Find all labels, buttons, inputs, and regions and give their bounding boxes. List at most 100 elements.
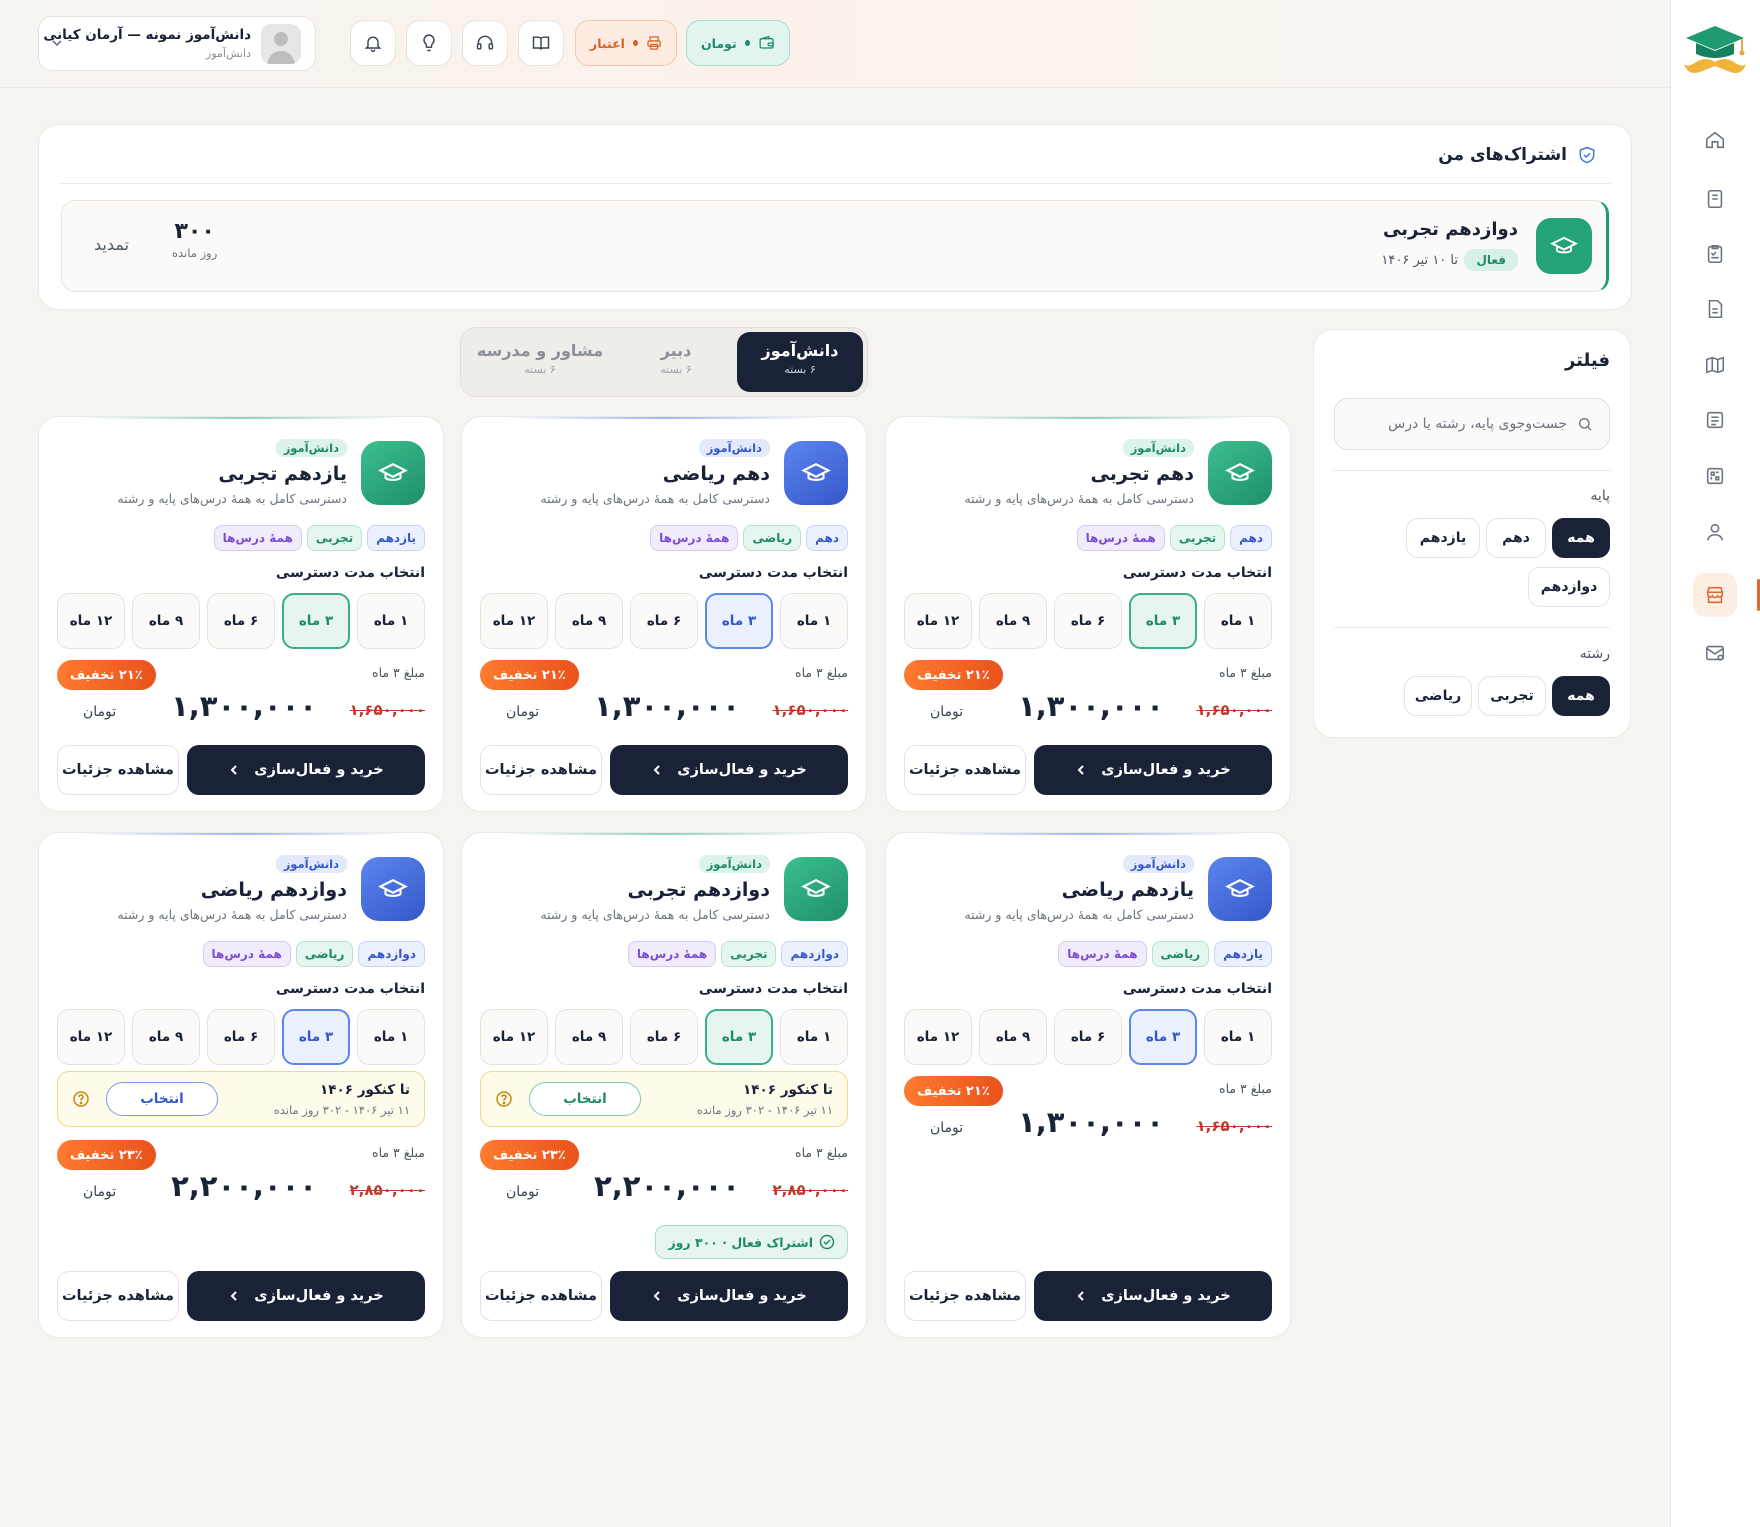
tab-counselor-school[interactable]: مشاور و مدرسه ۶ بسته bbox=[465, 332, 615, 392]
duration-option[interactable]: ۶ ماه bbox=[1054, 593, 1122, 649]
konkur-select-button[interactable]: انتخاب bbox=[529, 1082, 641, 1116]
duration-option[interactable]: ۱۲ ماه bbox=[480, 593, 548, 649]
duration-option[interactable]: ۶ ماه bbox=[207, 593, 275, 649]
duration-option[interactable]: ۱ ماه bbox=[1204, 593, 1272, 649]
sidebar-home-icon[interactable] bbox=[1693, 118, 1737, 162]
buy-button[interactable]: خرید و فعال‌سازی bbox=[1034, 745, 1272, 795]
grade-chip-11[interactable]: یازدهم bbox=[1406, 518, 1480, 558]
open-book-icon bbox=[532, 36, 550, 50]
wallet-icon bbox=[759, 35, 774, 49]
duration-option[interactable]: ۱ ماه bbox=[357, 1009, 425, 1065]
duration-option[interactable]: ۶ ماه bbox=[207, 1009, 275, 1065]
credit-button[interactable]: اعتبار bbox=[575, 20, 677, 66]
duration-label: انتخاب مدت دسترسی bbox=[698, 565, 848, 581]
search-input[interactable]: جست‌وجوی پایه، رشته یا درس bbox=[1334, 398, 1610, 450]
user-profile-menu[interactable]: دانش‌آموز نمونه — آرمان کیانی دانش‌آموز bbox=[38, 16, 316, 71]
card-accent-line bbox=[926, 833, 1250, 835]
buy-button[interactable]: خرید و فعال‌سازی bbox=[187, 745, 425, 795]
all-lessons-tag: همهٔ درس‌ها bbox=[202, 941, 291, 967]
duration-option[interactable]: ۱۲ ماه bbox=[904, 593, 972, 649]
tab-count: ۶ بسته bbox=[660, 363, 692, 376]
duration-option-selected[interactable]: ۳ ماه bbox=[282, 1009, 350, 1065]
renew-button[interactable]: تمدید bbox=[94, 235, 129, 254]
duration-option[interactable]: ۱ ماه bbox=[1204, 1009, 1272, 1065]
duration-option[interactable]: ۱ ماه bbox=[357, 593, 425, 649]
question-circle-icon[interactable] bbox=[495, 1090, 513, 1108]
duration-option-selected[interactable]: ۳ ماه bbox=[1129, 593, 1197, 649]
tab-student[interactable]: دانش‌آموز ۶ بسته bbox=[737, 332, 863, 392]
wallet-button[interactable]: تومان bbox=[686, 20, 790, 66]
duration-option[interactable]: ۹ ماه bbox=[555, 1009, 623, 1065]
ideas-button[interactable] bbox=[406, 20, 452, 66]
old-price: ۱,۶۵۰,۰۰۰ bbox=[772, 701, 848, 719]
field-chip-riazi[interactable]: ریاضی bbox=[1404, 676, 1472, 716]
sidebar-store-icon[interactable] bbox=[1693, 573, 1760, 617]
card-accent-line bbox=[502, 833, 826, 835]
tab-title: دبیر bbox=[660, 341, 692, 360]
sidebar-document-icon[interactable] bbox=[1693, 287, 1737, 331]
duration-option[interactable]: ۱ ماه bbox=[780, 593, 848, 649]
duration-option[interactable]: ۱۲ ماه bbox=[57, 593, 125, 649]
grade-chip-12[interactable]: دوازدهم bbox=[1528, 567, 1610, 607]
buy-label: خرید و فعال‌سازی bbox=[1101, 762, 1231, 778]
duration-option-selected[interactable]: ۳ ماه bbox=[705, 593, 773, 649]
sidebar bbox=[1670, 0, 1760, 1527]
library-button[interactable] bbox=[518, 20, 564, 66]
details-button[interactable]: مشاهده جزئیات bbox=[480, 745, 602, 795]
duration-option[interactable]: ۱۲ ماه bbox=[480, 1009, 548, 1065]
sidebar-book-icon[interactable] bbox=[1693, 177, 1737, 221]
duration-option-selected[interactable]: ۳ ماه bbox=[282, 593, 350, 649]
duration-option[interactable]: ۱ ماه bbox=[780, 1009, 848, 1065]
duration-option[interactable]: ۱۲ ماه bbox=[57, 1009, 125, 1065]
sidebar-map-icon[interactable] bbox=[1693, 343, 1737, 387]
sidebar-user-icon[interactable] bbox=[1693, 510, 1737, 554]
notification-button[interactable] bbox=[350, 20, 396, 66]
duration-option[interactable]: ۹ ماه bbox=[979, 1009, 1047, 1065]
duration-label: انتخاب مدت دسترسی bbox=[1122, 565, 1272, 581]
question-circle-icon[interactable] bbox=[72, 1090, 90, 1108]
buy-button[interactable]: خرید و فعال‌سازی bbox=[610, 745, 848, 795]
duration-option[interactable]: ۶ ماه bbox=[630, 593, 698, 649]
sidebar-mail-icon[interactable] bbox=[1693, 631, 1737, 675]
grade-chip-10[interactable]: دهم bbox=[1486, 518, 1546, 558]
buy-button[interactable]: خرید و فعال‌سازی bbox=[610, 1271, 848, 1321]
details-button[interactable]: مشاهده جزئیات bbox=[57, 1271, 179, 1321]
buy-label: خرید و فعال‌سازی bbox=[254, 1288, 384, 1304]
duration-label: انتخاب مدت دسترسی bbox=[698, 981, 848, 997]
duration-option-selected[interactable]: ۳ ماه bbox=[1129, 1009, 1197, 1065]
grade-chip-all[interactable]: همه bbox=[1552, 518, 1610, 558]
details-button[interactable]: مشاهده جزئیات bbox=[904, 1271, 1026, 1321]
duration-option[interactable]: ۶ ماه bbox=[1054, 1009, 1122, 1065]
field-chip-tajrobi[interactable]: تجربی bbox=[1478, 676, 1546, 716]
search-icon bbox=[1579, 418, 1592, 431]
field-chip-all[interactable]: همه bbox=[1552, 676, 1610, 716]
role-badge: دانش‌آموز bbox=[698, 855, 770, 873]
konkur-select-button[interactable]: انتخاب bbox=[106, 1082, 218, 1116]
details-button[interactable]: مشاهده جزئیات bbox=[57, 745, 179, 795]
duration-option[interactable]: ۹ ماه bbox=[132, 1009, 200, 1065]
filter-title: فیلتر bbox=[1564, 350, 1610, 371]
details-button[interactable]: مشاهده جزئیات bbox=[904, 745, 1026, 795]
tab-title: مشاور و مدرسه bbox=[476, 341, 604, 360]
bell-icon bbox=[364, 36, 382, 52]
subscription-item[interactable]: دوازدهم تجربی فعال تا ۱۰ تیر ۱۴۰۶ ۳۰۰ رو… bbox=[61, 200, 1609, 292]
support-button[interactable] bbox=[462, 20, 508, 66]
buy-button[interactable]: خرید و فعال‌سازی bbox=[187, 1271, 425, 1321]
search-placeholder: جست‌وجوی پایه، رشته یا درس bbox=[1388, 416, 1567, 432]
duration-option[interactable]: ۶ ماه bbox=[630, 1009, 698, 1065]
sidebar-notes-icon[interactable] bbox=[1693, 398, 1737, 442]
details-button[interactable]: مشاهده جزئیات bbox=[480, 1271, 602, 1321]
sidebar-clipboard-icon[interactable] bbox=[1693, 232, 1737, 276]
buy-button[interactable]: خرید و فعال‌سازی bbox=[1034, 1271, 1272, 1321]
duration-option[interactable]: ۹ ماه bbox=[132, 593, 200, 649]
grade-tag: دوازدهم bbox=[781, 941, 848, 967]
sidebar-qr-icon[interactable] bbox=[1693, 454, 1737, 498]
product-title: یازدهم ریاضی bbox=[1061, 879, 1194, 901]
duration-option[interactable]: ۹ ماه bbox=[979, 593, 1047, 649]
duration-option[interactable]: ۹ ماه bbox=[555, 593, 623, 649]
grade-tag: دوازدهم bbox=[358, 941, 425, 967]
tab-teacher[interactable]: دبیر ۶ بسته bbox=[621, 332, 731, 392]
duration-option-selected[interactable]: ۳ ماه bbox=[705, 1009, 773, 1065]
duration-option[interactable]: ۱۲ ماه bbox=[904, 1009, 972, 1065]
buy-label: خرید و فعال‌سازی bbox=[1101, 1288, 1231, 1304]
